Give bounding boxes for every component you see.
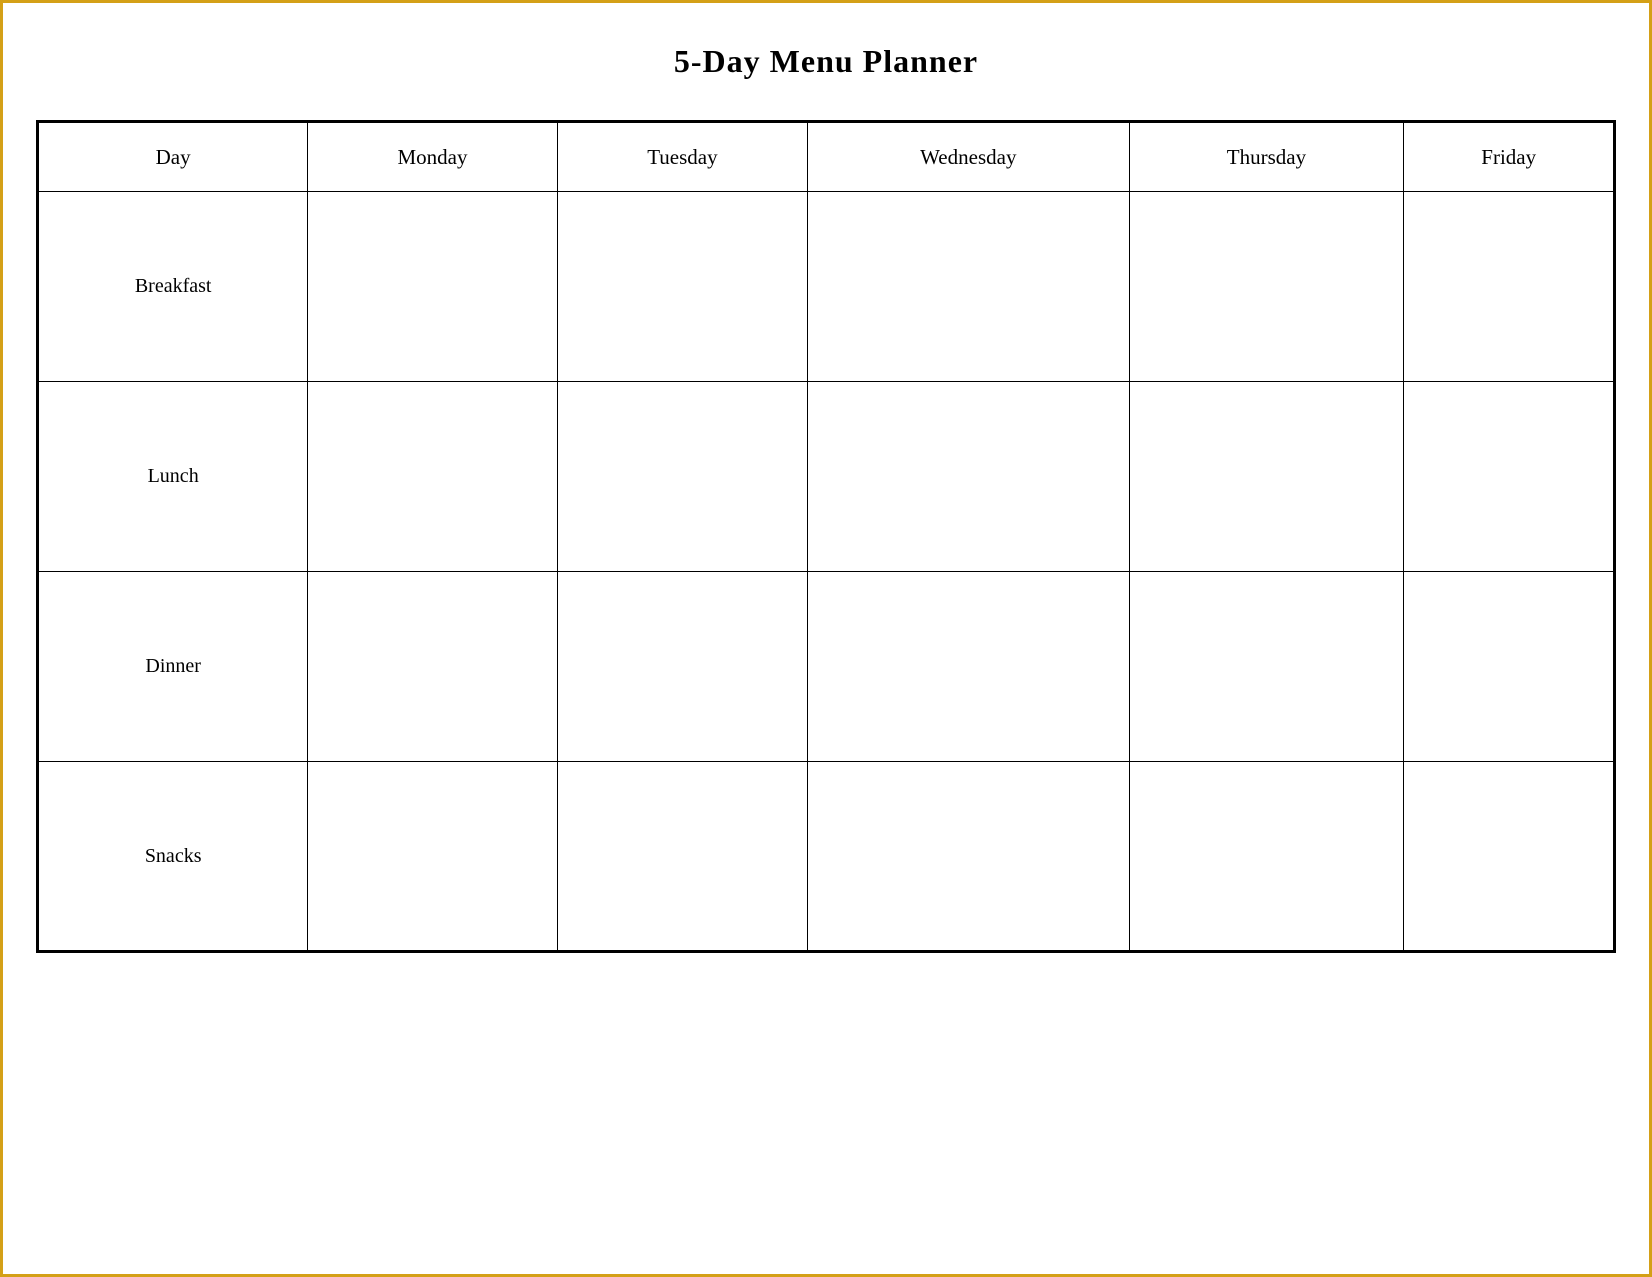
- meal-cell[interactable]: [308, 192, 557, 382]
- meal-cell[interactable]: [308, 382, 557, 572]
- meal-cell[interactable]: [308, 762, 557, 952]
- meal-row: Dinner: [38, 572, 1615, 762]
- meal-cell[interactable]: [1129, 572, 1404, 762]
- col-monday: Monday: [308, 122, 557, 192]
- meal-label-snacks: Snacks: [38, 762, 308, 952]
- col-tuesday: Tuesday: [557, 122, 807, 192]
- col-thursday: Thursday: [1129, 122, 1404, 192]
- meal-cell[interactable]: [557, 192, 807, 382]
- meal-label-breakfast: Breakfast: [38, 192, 308, 382]
- menu-planner-table: Day Monday Tuesday Wednesday Thursday Fr…: [36, 120, 1616, 953]
- header-row: Day Monday Tuesday Wednesday Thursday Fr…: [38, 122, 1615, 192]
- meal-cell[interactable]: [308, 572, 557, 762]
- meal-label-dinner: Dinner: [38, 572, 308, 762]
- meal-label-lunch: Lunch: [38, 382, 308, 572]
- col-day: Day: [38, 122, 308, 192]
- meal-cell[interactable]: [808, 382, 1129, 572]
- meal-cell[interactable]: [1129, 762, 1404, 952]
- meal-cell[interactable]: [1404, 192, 1615, 382]
- meal-cell[interactable]: [1404, 572, 1615, 762]
- col-wednesday: Wednesday: [808, 122, 1129, 192]
- meal-cell[interactable]: [557, 382, 807, 572]
- meal-cell[interactable]: [808, 572, 1129, 762]
- meal-cell[interactable]: [557, 762, 807, 952]
- page-title: 5-Day Menu Planner: [674, 43, 978, 80]
- meal-cell[interactable]: [808, 762, 1129, 952]
- meal-cell[interactable]: [1129, 192, 1404, 382]
- meal-cell[interactable]: [808, 192, 1129, 382]
- meal-cell[interactable]: [557, 572, 807, 762]
- meal-cell[interactable]: [1404, 762, 1615, 952]
- meal-cell[interactable]: [1404, 382, 1615, 572]
- meal-row: Snacks: [38, 762, 1615, 952]
- meal-cell[interactable]: [1129, 382, 1404, 572]
- meal-row: Breakfast: [38, 192, 1615, 382]
- col-friday: Friday: [1404, 122, 1615, 192]
- meal-row: Lunch: [38, 382, 1615, 572]
